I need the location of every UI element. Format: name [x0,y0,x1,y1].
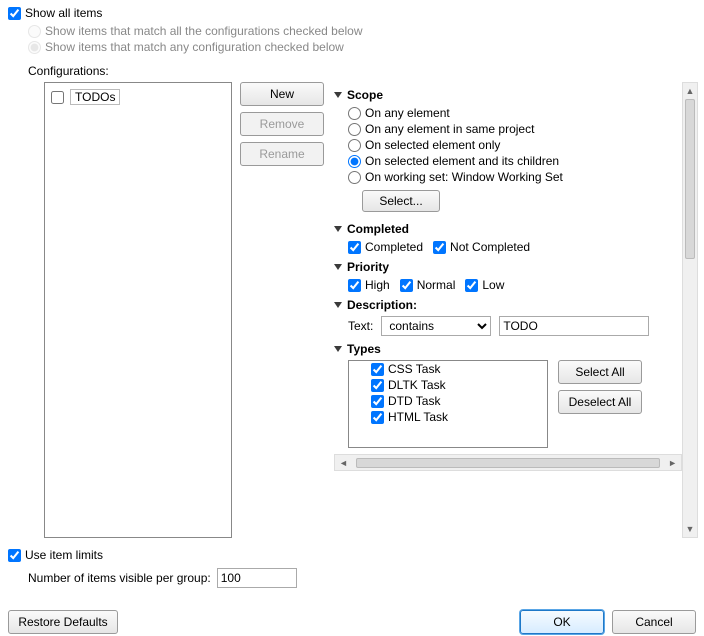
scope-selected-only-radio[interactable] [348,139,361,152]
type-checkbox[interactable] [371,395,384,408]
chevron-down-icon [334,346,342,352]
type-checkbox[interactable] [371,411,384,424]
num-items-label: Number of items visible per group: [28,571,211,585]
deselect-all-button[interactable]: Deselect All [558,390,642,414]
use-item-limits-checkbox[interactable] [8,549,21,562]
match-all-radio [28,25,41,38]
cancel-button[interactable]: Cancel [612,610,696,634]
type-label: HTML Task [388,410,448,424]
scope-option-label: On any element in same project [365,122,534,136]
config-item-checkbox[interactable] [51,91,64,104]
show-all-items-label: Show all items [25,6,102,20]
type-item[interactable]: CSS Task [367,361,547,377]
description-title: Description: [347,298,417,312]
scope-title: Scope [347,88,383,102]
config-item-label: TODOs [70,89,120,105]
not-completed-label: Not Completed [450,240,530,254]
scope-option-label: On working set: Window Working Set [365,170,563,184]
completed-title: Completed [347,222,409,236]
show-all-items-checkbox[interactable] [8,7,21,20]
types-list[interactable]: CSS Task DLTK Task DTD Task HTML Task [348,360,548,448]
scope-same-project-radio[interactable] [348,123,361,136]
use-item-limits-label: Use item limits [25,548,103,562]
type-checkbox[interactable] [371,379,384,392]
chevron-down-icon [334,226,342,232]
scope-selected-children-radio[interactable] [348,155,361,168]
type-item[interactable]: HTML Task [367,409,547,425]
match-all-label: Show items that match all the configurat… [45,24,363,38]
description-text-input[interactable] [499,316,649,336]
rename-button: Rename [240,142,324,166]
scope-option-label: On any element [365,106,450,120]
type-label: CSS Task [388,362,440,376]
scope-any-element-radio[interactable] [348,107,361,120]
chevron-down-icon [334,264,342,270]
type-item[interactable]: DLTK Task [367,377,547,393]
chevron-down-icon [334,302,342,308]
chevron-down-icon [334,92,342,98]
scope-option-label: On selected element only [365,138,500,152]
type-label: DTD Task [388,394,440,408]
priority-title: Priority [347,260,389,274]
priority-high-label: High [365,278,390,292]
remove-button: Remove [240,112,324,136]
type-checkbox[interactable] [371,363,384,376]
priority-normal-checkbox[interactable] [400,279,413,292]
select-all-button[interactable]: Select All [558,360,642,384]
new-button[interactable]: New [240,82,324,106]
num-items-input[interactable] [217,568,297,588]
list-item[interactable]: TODOs [51,89,225,105]
not-completed-checkbox[interactable] [433,241,446,254]
type-item[interactable]: DTD Task [367,393,547,409]
completed-label: Completed [365,240,423,254]
restore-defaults-button[interactable]: Restore Defaults [8,610,118,634]
completed-checkbox[interactable] [348,241,361,254]
description-mode-select[interactable]: contains [381,316,491,336]
ok-button[interactable]: OK [520,610,604,634]
configurations-list[interactable]: TODOs [44,82,232,538]
select-working-set-button[interactable]: Select... [362,190,440,212]
type-label: DLTK Task [388,378,446,392]
vertical-scrollbar[interactable]: ▲ ▼ [682,82,698,538]
match-any-radio [28,41,41,54]
match-any-label: Show items that match any configuration … [45,40,344,54]
configurations-label: Configurations: [28,64,696,78]
description-text-label: Text: [348,319,373,333]
priority-high-checkbox[interactable] [348,279,361,292]
priority-low-checkbox[interactable] [465,279,478,292]
priority-normal-label: Normal [417,278,456,292]
priority-low-label: Low [482,278,504,292]
horizontal-scrollbar[interactable]: ◄► [334,454,682,471]
scope-working-set-radio[interactable] [348,171,361,184]
types-title: Types [347,342,381,356]
scope-option-label: On selected element and its children [365,154,559,168]
